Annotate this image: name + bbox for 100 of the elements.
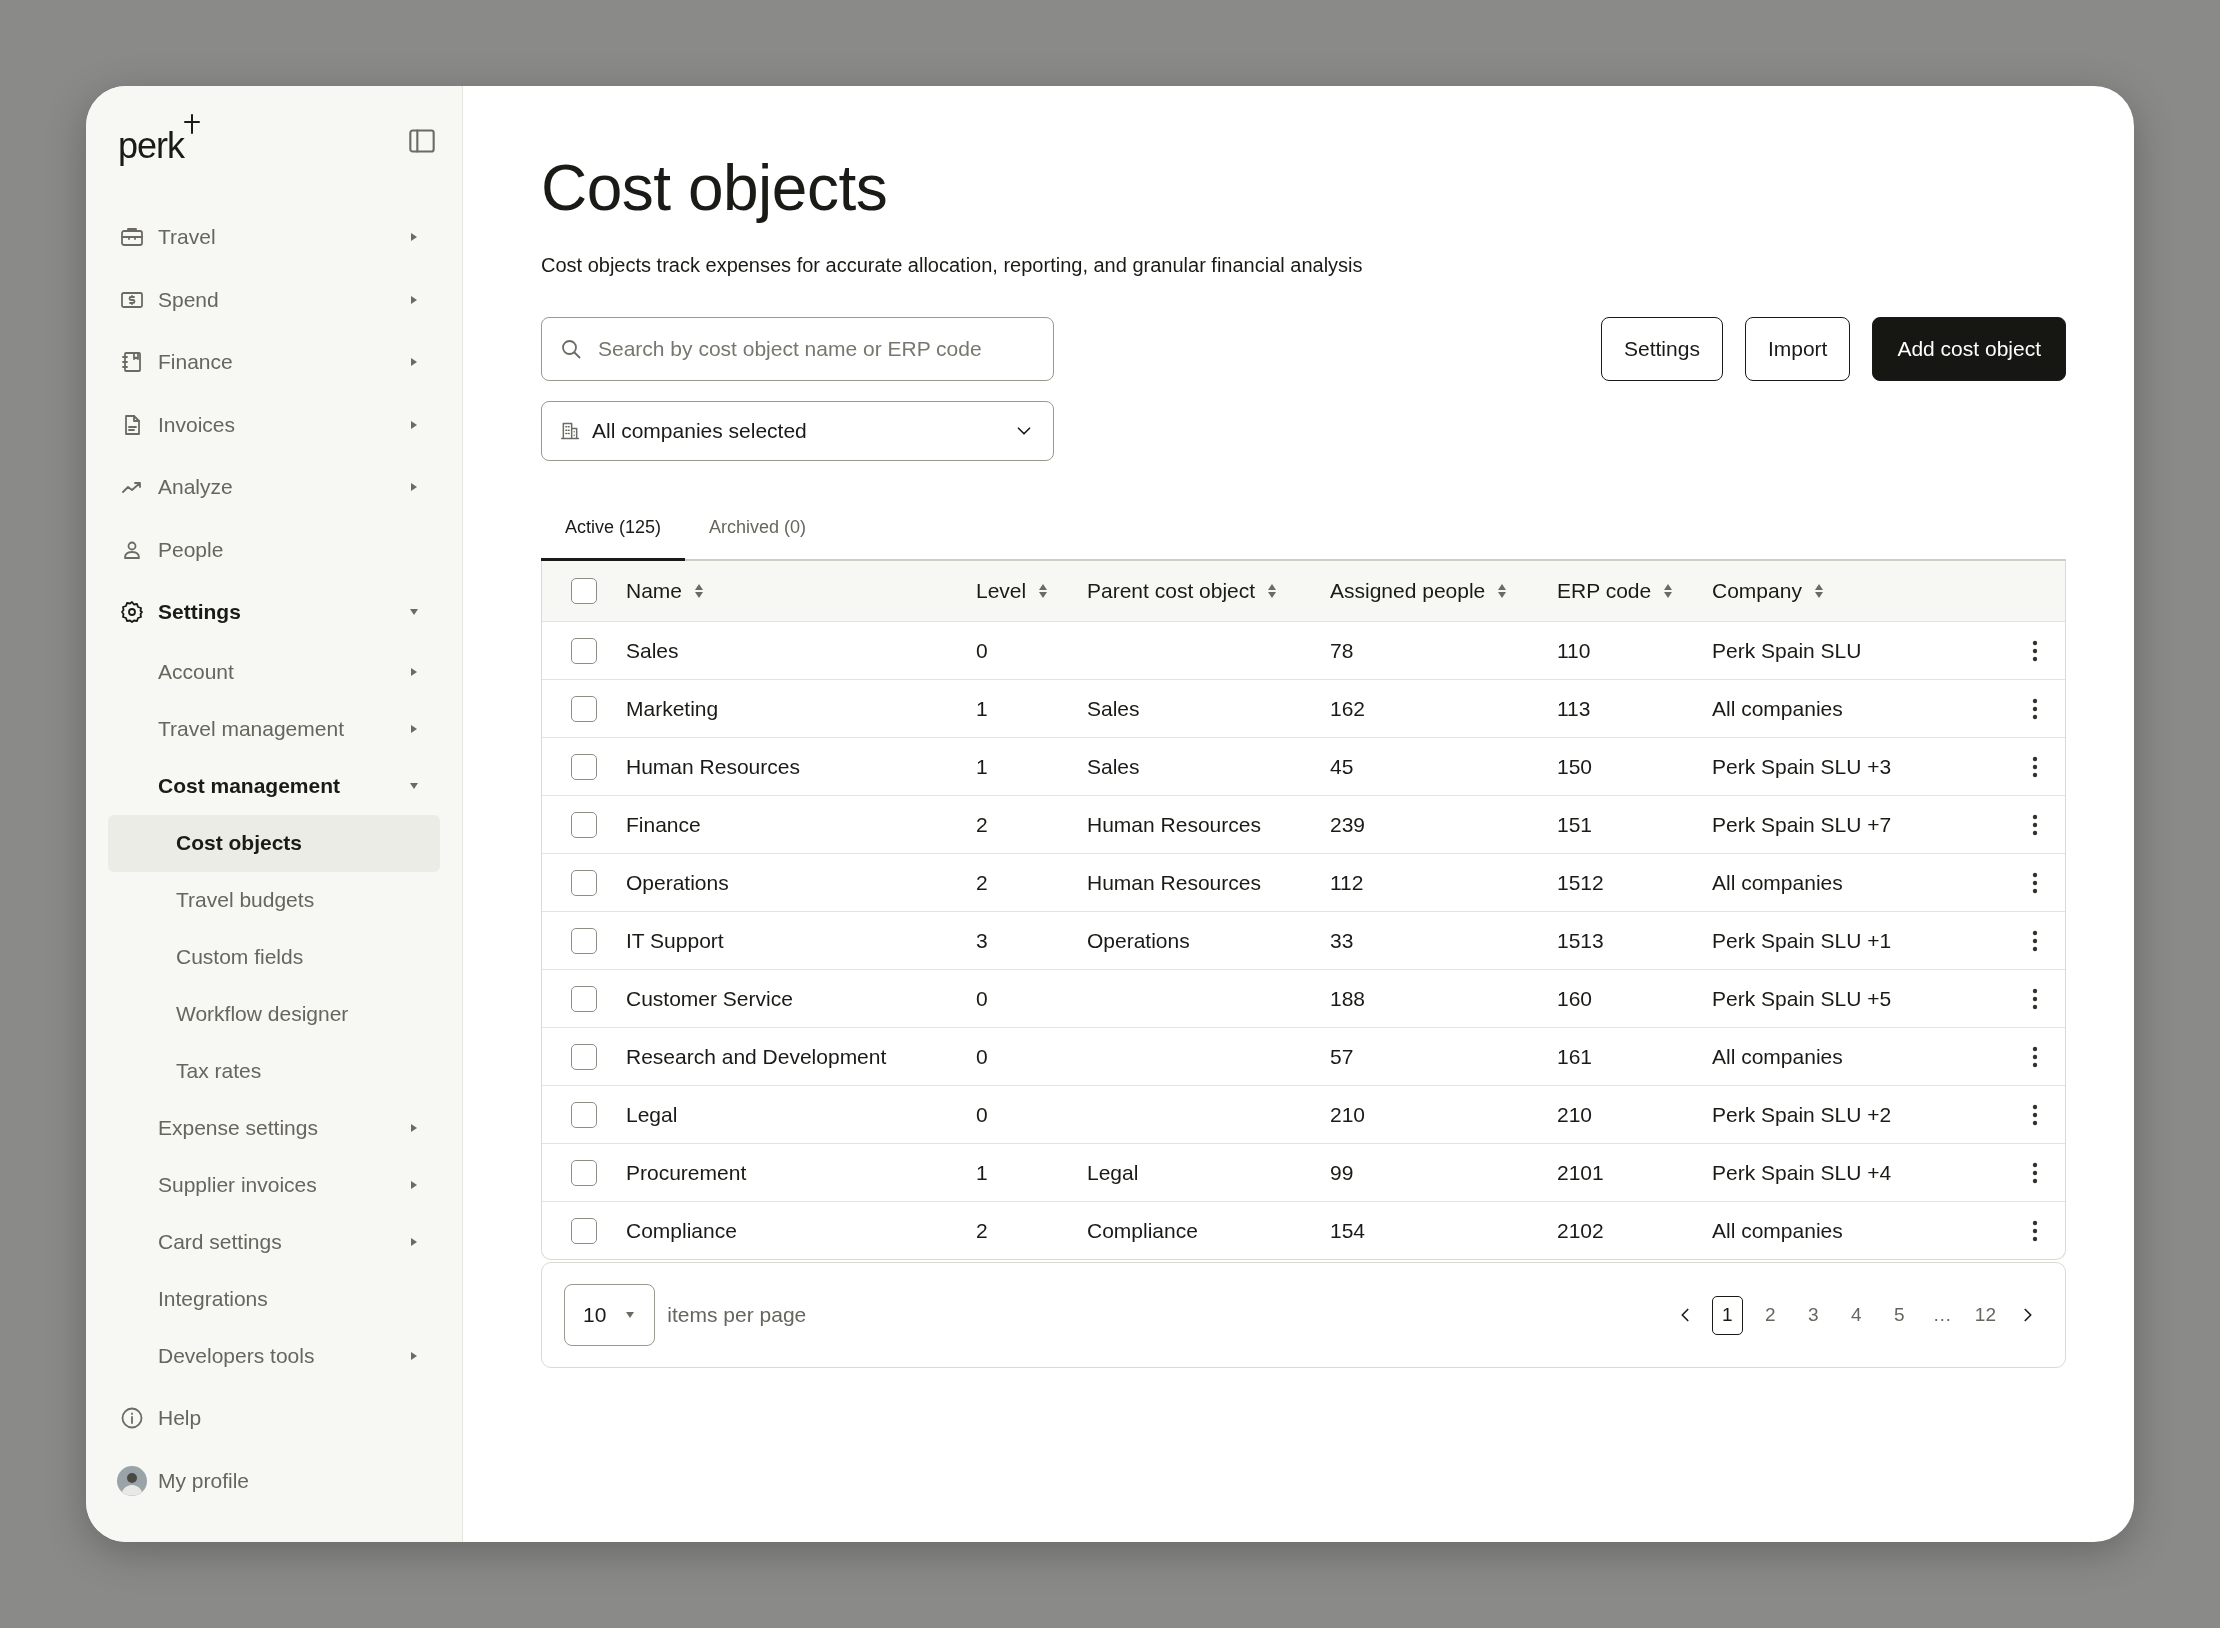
table-cell: 239 [1330, 812, 1366, 837]
nav-item[interactable]: Invoices [108, 393, 440, 456]
checkbox[interactable] [571, 869, 597, 896]
table-cell: Perk Spain SLU +5 [1712, 986, 1892, 1011]
settings-icon [120, 600, 144, 625]
checkbox[interactable] [571, 753, 597, 780]
sort-icon [1038, 583, 1049, 599]
nav-item[interactable]: Card settings [108, 1213, 440, 1271]
nav-item[interactable]: My profile [108, 1449, 440, 1512]
table-cell: All companies [1712, 696, 1843, 721]
nav-item[interactable]: Help [108, 1387, 440, 1450]
page-button[interactable]: 3 [1797, 1295, 1829, 1335]
checkbox[interactable] [571, 927, 597, 954]
table-cell: 0 [976, 1102, 988, 1127]
tab[interactable]: Archived (0) [685, 499, 831, 561]
nav-item[interactable]: Travel budgets [108, 871, 440, 929]
table-cell: 0 [976, 986, 988, 1011]
table-cell: Compliance [626, 1218, 737, 1243]
table-cell: 151 [1557, 812, 1593, 837]
page-button[interactable]: … [1926, 1295, 1958, 1335]
table-cell: 162 [1330, 696, 1366, 721]
sort-icon [694, 583, 705, 599]
more-vertical-icon [2032, 928, 2038, 953]
table-cell: 33 [1330, 928, 1354, 953]
checkbox[interactable] [571, 1159, 597, 1186]
nav-item[interactable]: Spend [108, 268, 440, 331]
nav-item[interactable]: Settings [108, 581, 440, 644]
table-cell: 161 [1557, 1044, 1593, 1069]
checkbox[interactable] [571, 811, 597, 838]
nav-item[interactable]: Custom fields [108, 928, 440, 986]
table-cell: Perk Spain SLU +7 [1712, 812, 1892, 837]
table-cell: Sales [1087, 696, 1140, 721]
table-cell: IT Support [626, 928, 724, 953]
table-cell: 1513 [1557, 928, 1604, 953]
page-button[interactable]: 1 [1711, 1295, 1743, 1335]
table-cell: 150 [1557, 754, 1593, 779]
table-cell: Sales [626, 638, 679, 663]
table-cell: 160 [1557, 986, 1593, 1011]
table-cell: 3 [976, 928, 988, 953]
checkbox[interactable] [571, 985, 597, 1012]
table-cell: Perk Spain SLU +4 [1712, 1160, 1892, 1185]
nav-item[interactable]: Workflow designer [108, 985, 440, 1043]
nav-item[interactable]: Integrations [108, 1270, 440, 1328]
page-button[interactable]: 4 [1840, 1295, 1872, 1335]
table-cell: 188 [1330, 986, 1366, 1011]
column-header[interactable]: Parent cost object [1087, 579, 1278, 603]
nav-item[interactable]: Developers tools [108, 1327, 440, 1385]
sort-icon [1497, 583, 1508, 599]
table-cell: All companies [1712, 1218, 1843, 1243]
table-cell: Procurement [626, 1160, 747, 1185]
page-button[interactable]: 5 [1883, 1295, 1915, 1335]
checkbox[interactable] [571, 1043, 597, 1070]
nav-item[interactable]: Expense settings [108, 1099, 440, 1157]
more-vertical-icon [2032, 696, 2038, 721]
more-vertical-icon [2032, 812, 2038, 837]
table-cell: Sales [1087, 754, 1140, 779]
per-page-dropdown[interactable]: 10 [564, 1284, 656, 1346]
checkbox[interactable] [571, 578, 597, 604]
column-header[interactable]: ERP code [1557, 579, 1674, 603]
nav-item[interactable]: Supplier invoices [108, 1156, 440, 1214]
page-button[interactable]: 12 [1969, 1295, 2001, 1335]
table-cell: Legal [1087, 1160, 1139, 1185]
table-cell: 1 [976, 1160, 988, 1185]
nav-item[interactable]: Analyze [108, 456, 440, 519]
column-header[interactable]: Company [1712, 579, 1824, 603]
secondary-button[interactable]: Settings [1601, 317, 1723, 381]
avatar [117, 1465, 147, 1496]
table-cell: 210 [1557, 1102, 1593, 1127]
primary-button[interactable]: Add cost object [1872, 317, 2066, 381]
nav-item[interactable]: Cost management [108, 757, 440, 815]
page-description: Cost objects track expenses for accurate allocation, reporting, and granular financial analysis [541, 254, 1364, 277]
more-vertical-icon [2032, 754, 2038, 779]
column-header[interactable]: Name [626, 579, 705, 603]
nav-item[interactable]: Account [108, 643, 440, 701]
page-button[interactable]: 2 [1754, 1295, 1786, 1335]
table-cell: 112 [1330, 870, 1364, 895]
table-cell: All companies [1712, 1044, 1843, 1069]
nav-item[interactable]: Tax rates [108, 1042, 440, 1100]
checkbox[interactable] [571, 695, 597, 722]
nav-item[interactable]: Travel management [108, 700, 440, 758]
search-field[interactable]: Search by cost object name or ERP code [541, 317, 1054, 381]
table-cell: Customer Service [626, 986, 793, 1011]
nav-item[interactable]: Travel [108, 206, 440, 269]
table-cell: 2 [976, 1218, 988, 1243]
column-header[interactable]: Assigned people [1330, 579, 1508, 603]
nav-item[interactable]: Finance [108, 331, 440, 394]
nav-item[interactable]: People [108, 518, 440, 581]
company-dropdown[interactable]: All companies selected [541, 401, 1054, 461]
checkbox[interactable] [571, 1217, 597, 1244]
table-cell: 2 [976, 870, 988, 895]
table-cell: 210 [1330, 1102, 1366, 1127]
checkbox[interactable] [571, 1101, 597, 1128]
table-cell: Perk Spain SLU +1 [1712, 928, 1892, 953]
column-header[interactable]: Level [976, 579, 1049, 603]
secondary-button[interactable]: Import [1744, 317, 1851, 381]
checkbox[interactable] [571, 637, 597, 664]
table-cell: 57 [1330, 1044, 1354, 1069]
more-vertical-icon [2032, 870, 2038, 895]
sidebar-toggle-button[interactable] [408, 127, 436, 155]
nav-item[interactable]: Cost objects [108, 814, 440, 872]
